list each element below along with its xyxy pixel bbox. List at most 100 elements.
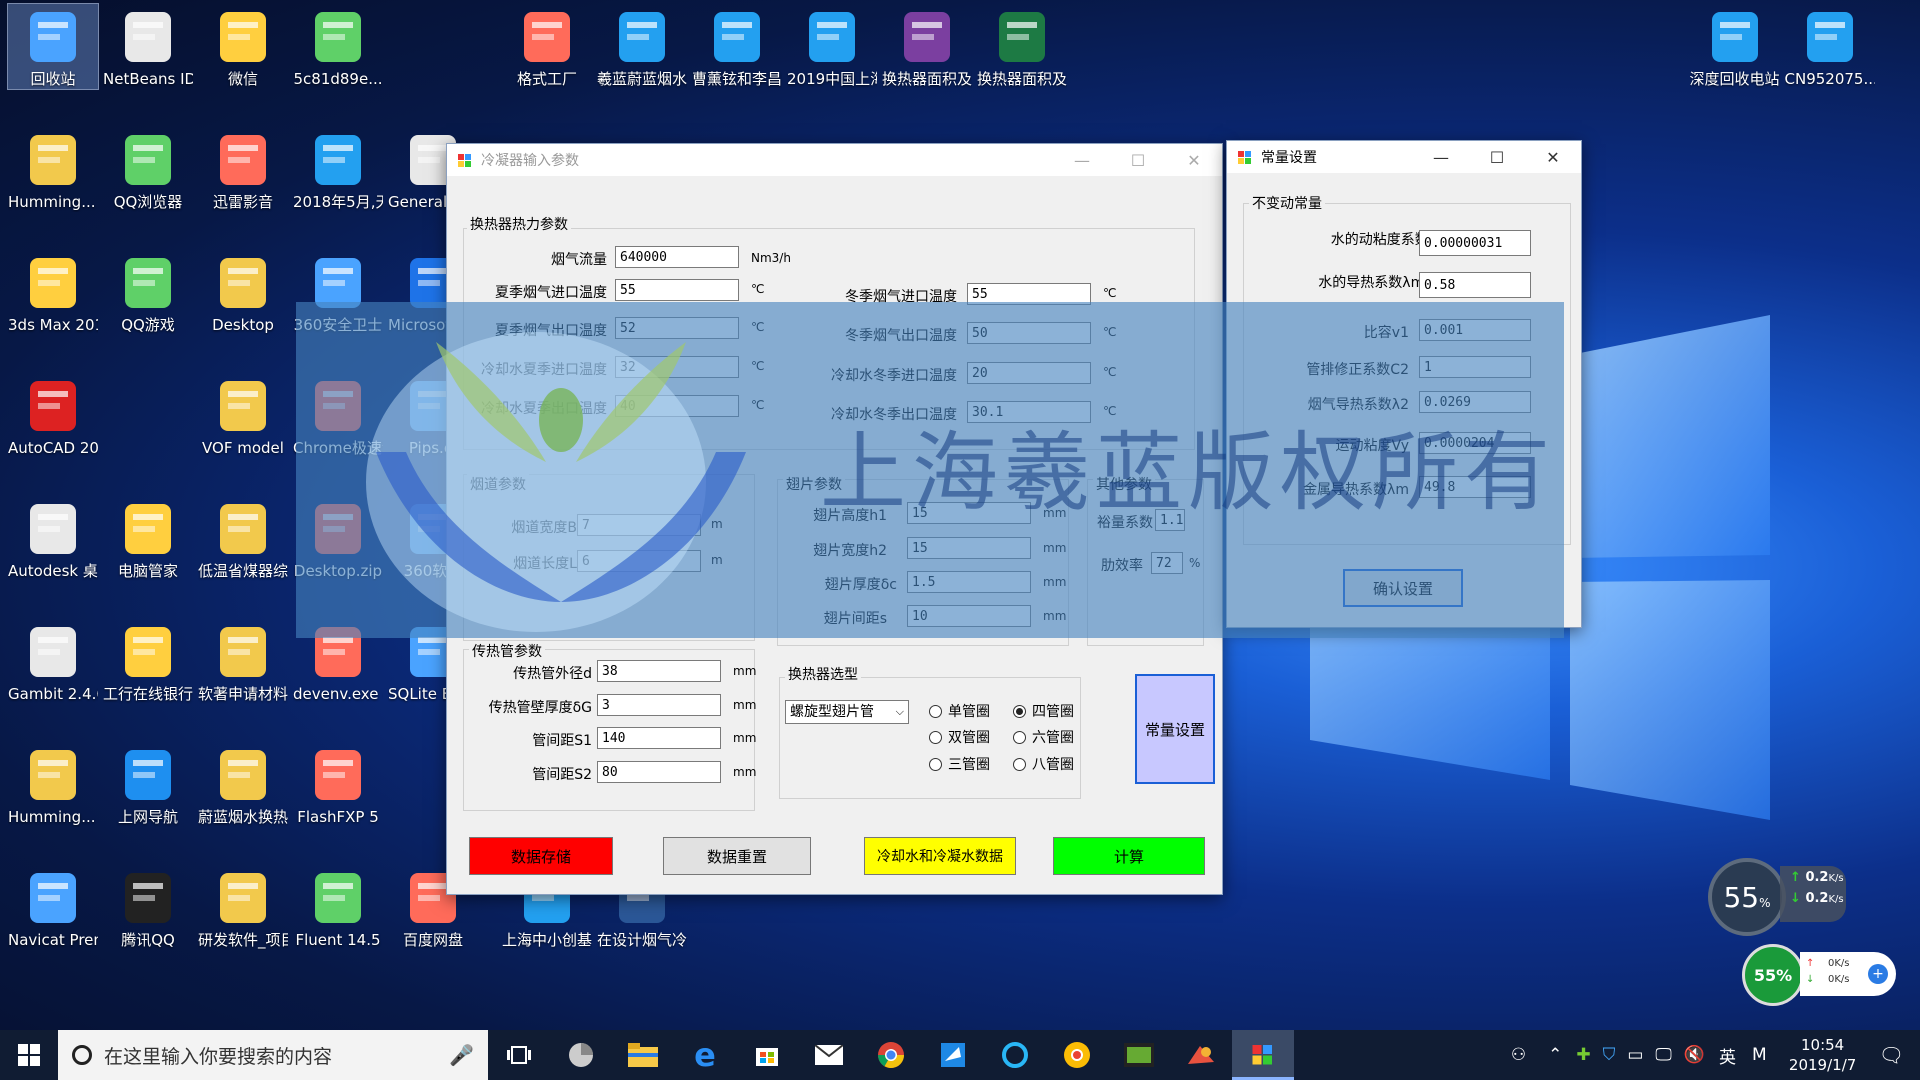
desktop-icon[interactable]: Gambit 2.4.6: [8, 619, 98, 704]
tube-od-input[interactable]: 38: [597, 660, 721, 682]
volume-icon[interactable]: 🔇: [1684, 1045, 1705, 1065]
viscosity-input[interactable]: 0.00000031: [1419, 230, 1531, 256]
tube-row-radio[interactable]: 四管圈: [1013, 701, 1074, 721]
chevron-up-icon[interactable]: ⌃: [1548, 1045, 1562, 1065]
pinwheel-app-icon[interactable]: [550, 1030, 612, 1080]
start-button[interactable]: [0, 1030, 58, 1080]
conductivity-input[interactable]: 0.58: [1419, 272, 1531, 298]
search-box[interactable]: 在这里输入你要搜索的内容 🎤: [58, 1030, 488, 1080]
desktop-icon[interactable]: Navicat Premium: [8, 865, 98, 950]
fin-thick-input[interactable]: 1.5: [907, 571, 1031, 593]
ime-language[interactable]: 英: [1719, 1043, 1736, 1068]
pitch-s2-input[interactable]: 80: [597, 761, 721, 783]
desktop-icon[interactable]: Desktop: [198, 250, 288, 335]
pitch-s1-input[interactable]: 140: [597, 727, 721, 749]
desktop-icon[interactable]: 上网导航: [103, 742, 193, 827]
plus-icon[interactable]: +: [1868, 964, 1888, 984]
dynamic-viscosity-input[interactable]: 0.0000204: [1419, 432, 1531, 454]
constants-titlebar[interactable]: 常量设置 — ☐ ✕: [1227, 141, 1581, 173]
mail-icon[interactable]: [798, 1030, 860, 1080]
desktop-icon[interactable]: 低温省煤器综合设计计算...: [198, 496, 288, 581]
minimize-icon[interactable]: —: [1413, 141, 1469, 173]
maximize-icon[interactable]: ☐: [1110, 144, 1166, 176]
ime-mode-icon[interactable]: M: [1752, 1045, 1767, 1065]
desktop-icon[interactable]: 换热器面积及冷却水量计...: [882, 4, 972, 89]
edge-icon[interactable]: e: [674, 1030, 736, 1080]
devenv-icon[interactable]: [1170, 1030, 1232, 1080]
flue-flow-input[interactable]: 640000: [615, 246, 739, 268]
desktop-icon[interactable]: 研发软件_项目截图: [198, 865, 288, 950]
fin-eff-input[interactable]: 72: [1151, 552, 1183, 574]
people-icon[interactable]: ⚇: [1511, 1045, 1526, 1065]
desktop-icon[interactable]: 2018年5月,天津 脱硫...: [293, 127, 383, 212]
tube-row-radio[interactable]: 双管圈: [929, 727, 990, 747]
desktop-icon[interactable]: 羲蓝蔚蓝烟水换热器自动...: [597, 4, 687, 89]
tube-wall-input[interactable]: 3: [597, 694, 721, 716]
desktop-icon[interactable]: FlashFXP 5: [293, 742, 383, 827]
margin-coef-input[interactable]: 1.1: [1155, 509, 1185, 531]
desktop-icon[interactable]: 深度回收电站锅炉排烟余...: [1690, 4, 1780, 89]
desktop-icon[interactable]: Fluent 14.5: [293, 865, 383, 950]
flue-conductivity-input[interactable]: 0.0269: [1419, 391, 1531, 413]
tube-row-radio[interactable]: 三管圈: [929, 754, 990, 774]
calculate-button[interactable]: 计算: [1053, 837, 1205, 875]
cw-summer-in-input[interactable]: 32: [615, 356, 739, 378]
memory-gauge[interactable]: 55%: [1742, 944, 1804, 1006]
shield-icon[interactable]: ⛉: [1603, 1045, 1616, 1065]
desktop-icon[interactable]: 换热器面积及冷却水量计算: [977, 4, 1067, 89]
metal-conductivity-input[interactable]: 49.8: [1419, 476, 1531, 498]
task-view-icon[interactable]: [488, 1030, 550, 1080]
duct-width-input[interactable]: 7: [577, 514, 701, 536]
close-icon[interactable]: ✕: [1525, 141, 1581, 173]
desktop-icon[interactable]: Humming... Connectivi...: [8, 742, 98, 827]
cooling-water-data-button[interactable]: 冷却水和冷凝水数据: [864, 837, 1016, 875]
360-tray-icon[interactable]: ✚: [1576, 1045, 1590, 1065]
tube-row-radio[interactable]: 单管圈: [929, 701, 990, 721]
desktop-icon[interactable]: 5c81d89e...: [293, 4, 383, 89]
desktop-icon[interactable]: 微信: [198, 4, 288, 89]
desktop-icon[interactable]: NetBeans IDE 8.2: [103, 4, 193, 89]
notification-icon[interactable]: 🗨: [1879, 1043, 1904, 1067]
condenser-titlebar[interactable]: 冷凝器输入参数 — ☐ ✕: [447, 144, 1222, 176]
cw-winter-in-input[interactable]: 20: [967, 362, 1091, 384]
desktop-icon[interactable]: 2019中国上海国际换热...: [787, 4, 877, 89]
file-explorer-icon[interactable]: [612, 1030, 674, 1080]
confirm-settings-button[interactable]: 确认设置: [1343, 569, 1463, 607]
cw-winter-out-input[interactable]: 30.1: [967, 401, 1091, 423]
desktop-icon[interactable]: 电脑管家: [103, 496, 193, 581]
tube-row-radio[interactable]: 六管圈: [1013, 727, 1074, 747]
fin-width-input[interactable]: 15: [907, 537, 1031, 559]
desktop-icon[interactable]: 3ds Max 2018: [8, 250, 98, 335]
desktop-icon[interactable]: 曹薰铉和李昌镐围棋教室...: [692, 4, 782, 89]
condenser-app-taskbar-icon[interactable]: [1232, 1030, 1294, 1080]
type-select[interactable]: 螺旋型翅片管 ⌵: [785, 700, 909, 724]
desktop-icon[interactable]: 软著申请材料: [198, 619, 288, 704]
summer-in-input[interactable]: 55: [615, 279, 739, 301]
battery-icon[interactable]: ▭: [1627, 1045, 1643, 1065]
minimize-icon[interactable]: —: [1054, 144, 1110, 176]
summer-out-input[interactable]: 52: [615, 317, 739, 339]
duct-length-input[interactable]: 6: [577, 550, 701, 572]
fin-pitch-input[interactable]: 10: [907, 605, 1031, 627]
desktop-icon[interactable]: devenv.exe - 快捷方式: [293, 619, 383, 704]
fluent-app-icon[interactable]: [1108, 1030, 1170, 1080]
desktop-icon[interactable]: VOF model: [198, 373, 288, 458]
desktop-icon[interactable]: 格式工厂: [502, 4, 592, 89]
network-speed-gauge[interactable]: 55%: [1708, 858, 1786, 936]
chrome-icon[interactable]: [860, 1030, 922, 1080]
save-data-button[interactable]: 数据存储: [469, 837, 613, 875]
tube-row-radio[interactable]: 八管圈: [1013, 754, 1074, 774]
fin-height-input[interactable]: 15: [907, 502, 1031, 524]
qq-browser-icon[interactable]: [984, 1030, 1046, 1080]
winter-in-input[interactable]: 55: [967, 283, 1091, 305]
clock[interactable]: 10:54 2019/1/7: [1775, 1035, 1871, 1075]
close-icon[interactable]: ✕: [1166, 144, 1222, 176]
tube-correction-input[interactable]: 1: [1419, 356, 1531, 378]
cw-summer-out-input[interactable]: 40: [615, 395, 739, 417]
specific-volume-input[interactable]: 0.001: [1419, 319, 1531, 341]
store-icon[interactable]: [736, 1030, 798, 1080]
microphone-icon[interactable]: 🎤: [449, 1043, 474, 1067]
maximize-icon[interactable]: ☐: [1469, 141, 1525, 173]
desktop-icon[interactable]: 工行在线银行: [103, 619, 193, 704]
desktop-icon[interactable]: AutoCAD 2016: [8, 373, 98, 458]
